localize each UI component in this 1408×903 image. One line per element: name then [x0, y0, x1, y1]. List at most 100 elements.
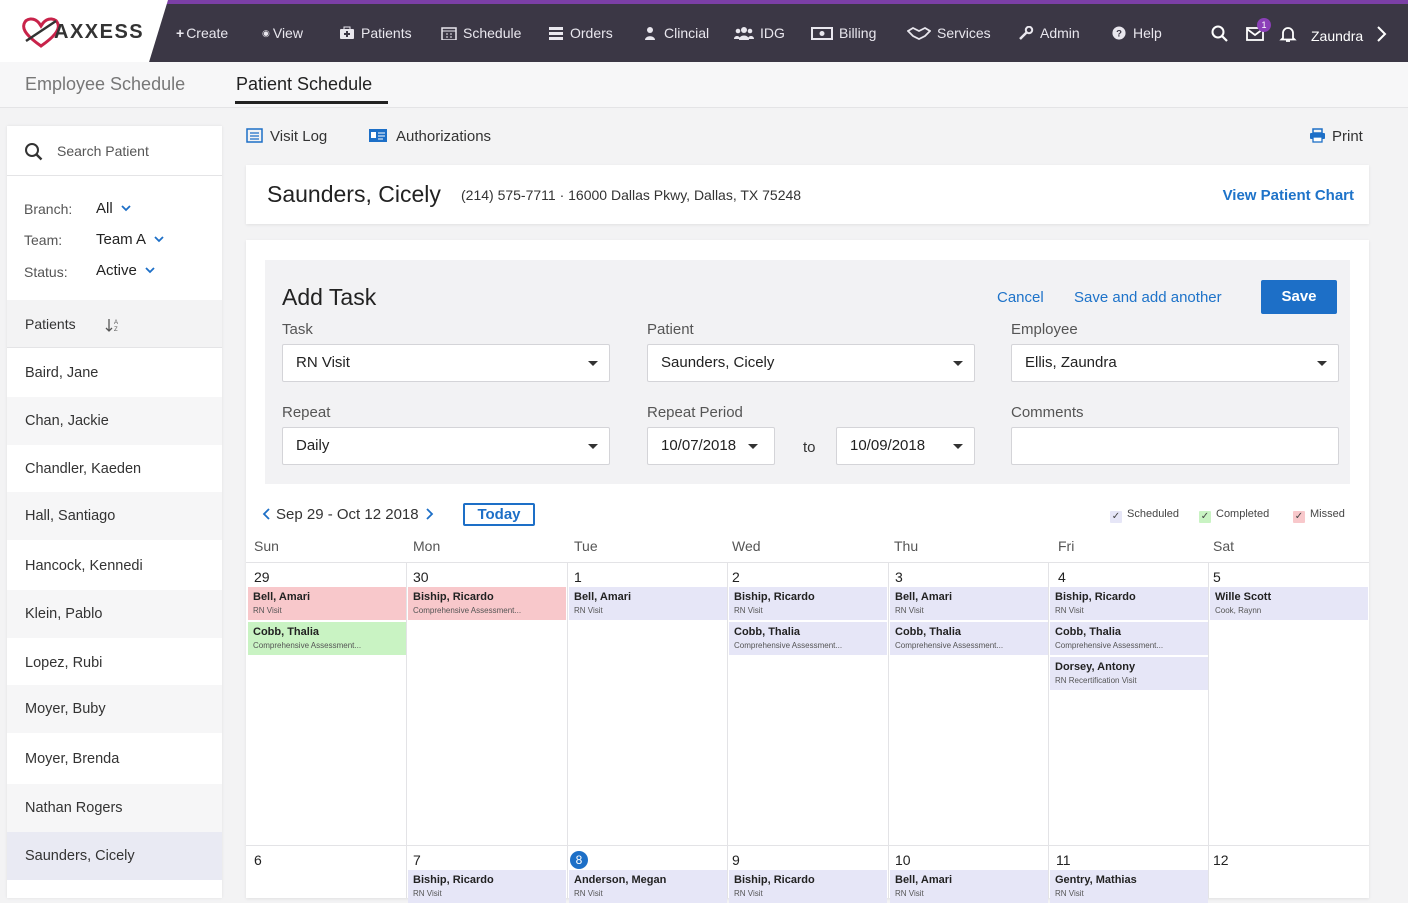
nav-view[interactable]: ◉ View: [262, 4, 303, 62]
search-patient-input[interactable]: Search Patient: [7, 126, 222, 176]
patient-list-item[interactable]: Chan, Jackie: [7, 397, 222, 445]
task-select[interactable]: RN Visit: [282, 344, 610, 382]
nav-schedule[interactable]: Schedule: [441, 4, 521, 62]
svg-text:Z: Z: [114, 327, 118, 333]
patients-header-label: Patients: [25, 316, 76, 332]
repeat-period-from[interactable]: 10/07/2018: [647, 427, 775, 465]
user-name[interactable]: Zaundra: [1311, 28, 1363, 44]
nav-view-label: View: [272, 25, 303, 41]
visit-log-link[interactable]: Visit Log: [246, 128, 327, 145]
save-and-add-another-button[interactable]: Save and add another: [1074, 289, 1222, 306]
event-task-type: RN Visit: [1055, 889, 1084, 898]
calendar-event[interactable]: Bell, Amari RN Visit: [890, 587, 1048, 620]
save-button[interactable]: Save: [1261, 280, 1337, 314]
repeat-period-label: Repeat Period: [647, 404, 743, 421]
event-task-type: RN Visit: [895, 606, 924, 615]
calendar-event[interactable]: Cobb, Thalia Comprehensive Assessment...: [1050, 622, 1208, 655]
calendar-grid-line: [1048, 562, 1049, 898]
nav-clincial[interactable]: Clincial: [642, 4, 709, 62]
event-patient-name: Cobb, Thalia: [895, 626, 961, 638]
search-icon[interactable]: [1210, 24, 1230, 44]
sort-icon[interactable]: AZ: [105, 317, 121, 333]
nav-services[interactable]: Services: [907, 4, 991, 62]
brand-name: AXXESS: [54, 21, 145, 43]
nav-orders[interactable]: Orders: [548, 4, 613, 62]
event-patient-name: Cobb, Thalia: [1055, 626, 1121, 638]
orders-icon: [549, 27, 563, 40]
calendar-event[interactable]: Bell, Amari RN Visit: [569, 587, 727, 620]
patient-list-item[interactable]: Baird, Jane: [7, 349, 222, 397]
nav-billing[interactable]: Billing: [811, 4, 876, 62]
chevron-right-icon[interactable]: [1374, 24, 1388, 44]
patient-name: Saunders, Cicely: [267, 181, 441, 207]
calendar-event[interactable]: Cobb, Thalia Comprehensive Assessment...: [890, 622, 1048, 655]
patient-list-item[interactable]: Hall, Santiago: [7, 492, 222, 540]
calendar-event[interactable]: Biship, Ricardo Comprehensive Assessment.…: [408, 587, 566, 620]
patient-list-item[interactable]: Moyer, Brenda: [7, 735, 222, 783]
calendar-event[interactable]: Biship, Ricardo RN Visit: [729, 870, 887, 903]
print-button[interactable]: Print: [1309, 128, 1363, 145]
employee-label: Employee: [1011, 321, 1078, 338]
today-button[interactable]: Today: [463, 503, 535, 526]
repeat-select[interactable]: Daily: [282, 427, 610, 465]
id-card-icon: [369, 129, 387, 142]
day-number: 4: [1058, 569, 1066, 585]
event-patient-name: Biship, Ricardo: [734, 591, 815, 603]
print-icon: [1310, 128, 1325, 143]
patient-list-item-selected[interactable]: Saunders, Cicely: [7, 832, 222, 880]
tab-patient-schedule[interactable]: Patient Schedule: [236, 74, 372, 95]
patient-list-item[interactable]: Nathan Rogers: [7, 784, 222, 832]
branch-select[interactable]: All: [96, 200, 131, 217]
search-placeholder: Search Patient: [57, 143, 149, 159]
event-patient-name: Dorsey, Antony: [1055, 661, 1136, 673]
tab-employee-schedule[interactable]: Employee Schedule: [25, 74, 185, 95]
period-to-label: to: [803, 439, 816, 456]
team-label: Team:: [24, 232, 63, 248]
chevron-down-icon: [121, 205, 131, 212]
status-select[interactable]: Active: [96, 262, 155, 279]
employee-select[interactable]: Ellis, Zaundra: [1011, 344, 1339, 382]
day-number: 9: [732, 852, 740, 868]
calendar-event[interactable]: Biship, Ricardo RN Visit: [408, 870, 566, 903]
cancel-button[interactable]: Cancel: [997, 289, 1044, 306]
nav-schedule-label: Schedule: [463, 25, 522, 41]
event-task-type: RN Visit: [734, 606, 763, 615]
calendar-event[interactable]: Gentry, Mathias RN Visit: [1050, 870, 1208, 903]
caret-down-icon: [748, 444, 758, 449]
calendar-grid-line: [246, 845, 1369, 846]
team-select[interactable]: Team A: [96, 231, 164, 248]
chevron-left-icon[interactable]: [262, 508, 271, 520]
calendar-event[interactable]: Bell, Amari RN Visit: [890, 870, 1048, 903]
calendar-event[interactable]: Anderson, Megan RN Visit: [569, 870, 727, 903]
bell-icon[interactable]: [1278, 24, 1298, 44]
day-header: Sat: [1213, 538, 1235, 554]
patient-list-item[interactable]: Moyer, Buby: [7, 685, 222, 733]
authorizations-link[interactable]: Authorizations: [368, 128, 491, 145]
calendar-event[interactable]: Wille Scott Cook, Raynn: [1210, 587, 1368, 620]
nav-admin[interactable]: Admin: [1018, 4, 1080, 62]
nav-patients[interactable]: Patients: [339, 4, 412, 62]
axxess-logo[interactable]: AXXESS: [0, 0, 168, 66]
calendar-event[interactable]: Cobb, Thalia Comprehensive Assessment...: [729, 622, 887, 655]
calendar-event[interactable]: Biship, Ricardo RN Visit: [1050, 587, 1208, 620]
view-patient-chart-link[interactable]: View Patient Chart: [1223, 187, 1354, 204]
nav-help[interactable]: ? Help: [1111, 4, 1162, 62]
patient-list-item[interactable]: Chandler, Kaeden: [7, 445, 222, 493]
eye-icon: ◉: [262, 27, 270, 38]
patient-list-item[interactable]: Hancock, Kennedi: [7, 542, 222, 590]
nav-create[interactable]: + Create: [176, 4, 228, 62]
patient-list-item[interactable]: Lopez, Rubi: [7, 639, 222, 687]
nav-idg[interactable]: IDG: [734, 4, 785, 62]
legend-completed: ✓ Completed: [1199, 508, 1269, 523]
handshake-icon: [907, 26, 931, 40]
patient-list-item[interactable]: Klein, Pablo: [7, 590, 222, 638]
patient-select[interactable]: Saunders, Cicely: [647, 344, 975, 382]
chevron-right-icon[interactable]: [425, 508, 434, 520]
calendar-event[interactable]: Dorsey, Antony RN Recertification Visit: [1050, 657, 1208, 690]
calendar-event[interactable]: Bell, Amari RN Visit: [248, 587, 406, 620]
calendar-event[interactable]: Biship, Ricardo RN Visit: [729, 587, 887, 620]
calendar-event[interactable]: Cobb, Thalia Comprehensive Assessment...: [248, 622, 406, 655]
comments-input[interactable]: [1011, 427, 1339, 465]
task-label: Task: [282, 321, 313, 338]
repeat-period-to[interactable]: 10/09/2018: [836, 427, 975, 465]
